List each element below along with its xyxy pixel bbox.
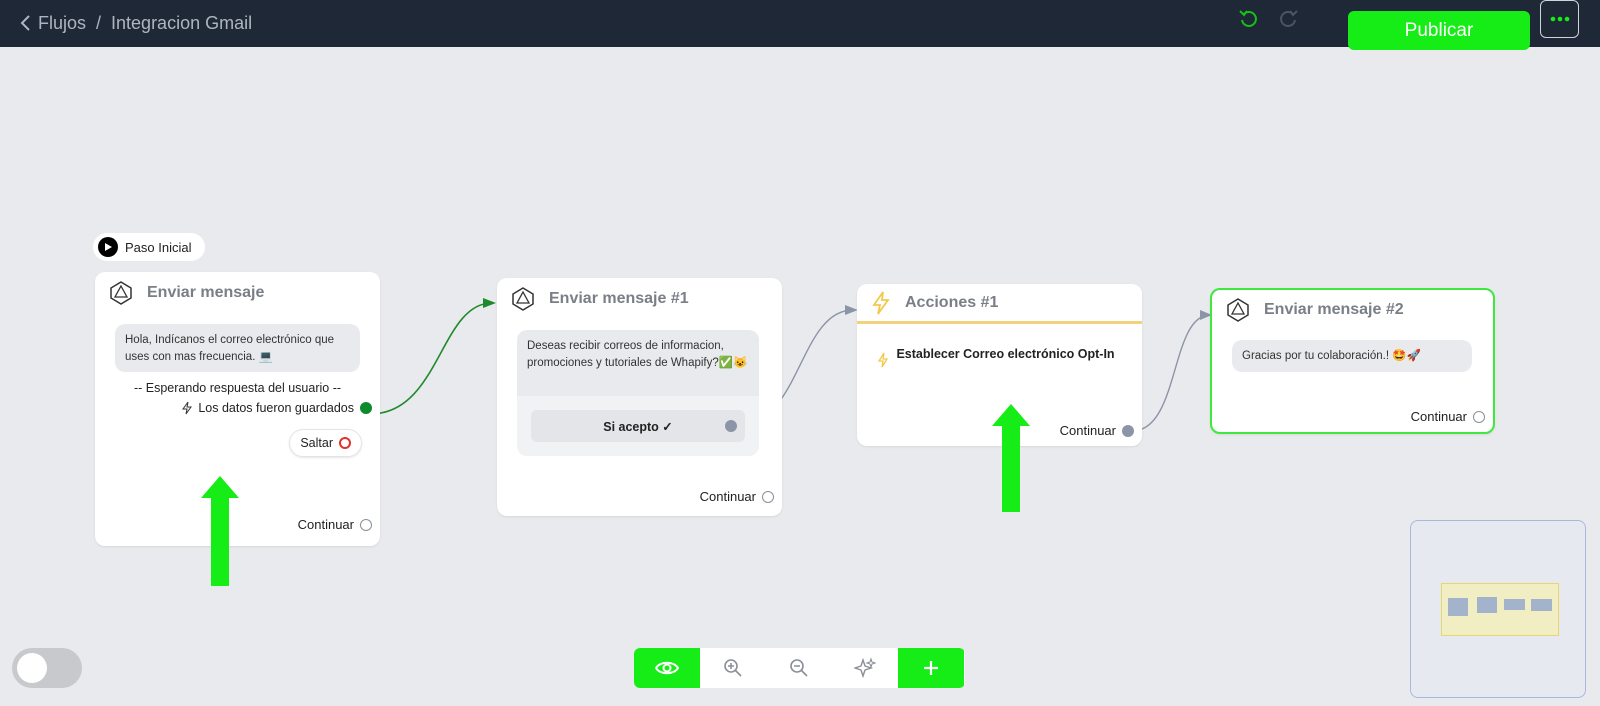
eye-icon <box>655 661 679 675</box>
node-title: Enviar mensaje #1 <box>549 290 689 307</box>
lightning-icon <box>872 290 890 315</box>
minimap-node <box>1504 599 1525 610</box>
message-bubble: Hola, Indícanos el correo electrónico qu… <box>115 324 360 372</box>
continue-label: Continuar <box>297 517 354 532</box>
undo-icon[interactable] <box>1238 8 1260 30</box>
start-step-label: Paso Inicial <box>125 239 192 255</box>
continue-output-port[interactable] <box>360 518 372 531</box>
skip-button[interactable]: Saltar <box>289 429 362 457</box>
more-options-button[interactable] <box>1540 0 1579 38</box>
zoom-in-button[interactable] <box>700 648 766 688</box>
action-label: Establecer Correo electrónico Opt-In <box>896 347 1115 361</box>
top-bar: Flujos / Integracion Gmail Publicar <box>0 0 1600 50</box>
message-node-icon <box>1227 298 1249 322</box>
arrow-up-annotation <box>201 476 239 586</box>
minimap-node <box>1531 599 1552 611</box>
skip-output-port[interactable] <box>339 437 351 449</box>
continue-label: Continuar <box>699 489 756 504</box>
continue-label: Continuar <box>1410 409 1467 424</box>
continue-output-port[interactable] <box>1473 410 1485 423</box>
breadcrumb: Flujos / Integracion Gmail <box>18 9 252 37</box>
minimap-node <box>1448 598 1468 616</box>
ellipsis-icon <box>1550 16 1569 22</box>
skip-label: Saltar <box>300 436 333 450</box>
publish-button[interactable]: Publicar <box>1348 11 1530 50</box>
reply-button-label: Si acepto ✓ <box>603 419 673 434</box>
continue-output-port[interactable] <box>762 490 774 503</box>
node-enviar-mensaje-2[interactable]: Enviar mensaje #2 Gracias por tu colabor… <box>1210 288 1495 434</box>
message-bubble: Deseas recibir correos de informacion, p… <box>517 330 759 396</box>
breadcrumb-separator: / <box>96 12 102 33</box>
minimap-node <box>1477 597 1497 613</box>
add-node-button[interactable] <box>898 648 964 688</box>
wire-1 <box>369 302 493 415</box>
wire-3 <box>1131 314 1211 432</box>
minimap[interactable] <box>1410 520 1586 698</box>
breadcrumb-current: Integracion Gmail <box>111 12 253 33</box>
continue-label: Continuar <box>1059 423 1116 438</box>
play-icon <box>98 237 118 257</box>
auto-layout-button[interactable] <box>832 648 898 688</box>
canvas-toolbar <box>634 648 965 688</box>
message-node-icon <box>110 281 132 305</box>
message-bubble: Gracias por tu colaboración.! 🤩🚀 <box>1232 340 1472 372</box>
message-card: Deseas recibir correos de informacion, p… <box>517 330 759 456</box>
plus-icon <box>924 661 938 675</box>
saved-label: Los datos fueron guardados <box>198 401 354 415</box>
theme-toggle[interactable] <box>12 648 82 688</box>
reply-button-si-acepto[interactable]: Si acepto ✓ <box>531 410 745 442</box>
breadcrumb-root[interactable]: Flujos <box>38 13 86 34</box>
preview-button[interactable] <box>634 648 700 688</box>
sparkles-icon <box>854 657 876 679</box>
arrow-up-annotation <box>992 404 1030 512</box>
node-enviar-mensaje-1[interactable]: Enviar mensaje #1 Deseas recibir correos… <box>497 278 782 516</box>
reply-output-port[interactable] <box>725 420 737 432</box>
saved-output-port[interactable] <box>360 402 372 414</box>
start-step-badge: Paso Inicial <box>93 233 206 261</box>
node-title: Enviar mensaje #2 <box>1264 301 1404 318</box>
toggle-knob <box>17 653 47 683</box>
node-title: Acciones #1 <box>905 293 999 311</box>
redo-icon[interactable] <box>1277 8 1299 30</box>
node-title: Enviar mensaje <box>147 284 265 301</box>
message-node-icon <box>512 287 534 311</box>
chevron-left-icon[interactable] <box>18 13 34 33</box>
bolt-icon <box>182 401 193 415</box>
lightning-small-icon <box>877 352 889 368</box>
zoom-out-button[interactable] <box>766 648 832 688</box>
zoom-in-icon <box>724 659 742 677</box>
waiting-status: -- Esperando respuesta del usuario -- <box>133 381 342 395</box>
zoom-out-icon <box>790 659 808 677</box>
continue-output-port[interactable] <box>1122 424 1134 437</box>
